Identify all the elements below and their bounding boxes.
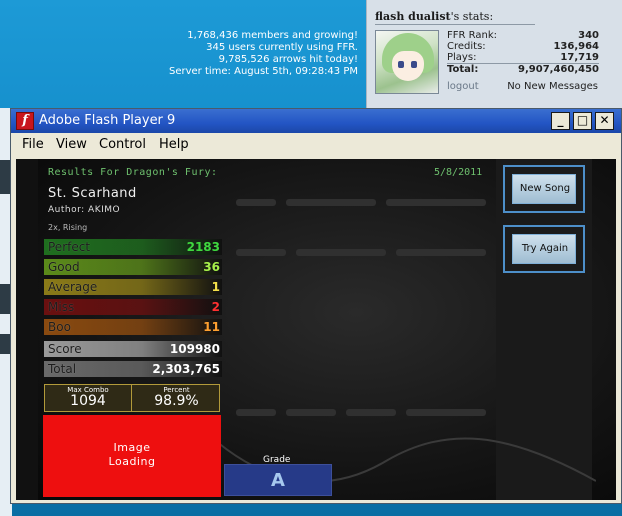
max-combo: Max Combo 1094 <box>45 385 132 411</box>
users-online: 345 users currently using FFR. <box>206 42 358 53</box>
decorative-stripe <box>236 249 286 256</box>
new-song-button[interactable]: New Song <box>503 165 585 213</box>
stats-row-plays: Plays: 17,719 <box>447 52 599 63</box>
judgement-label: Score <box>48 342 82 356</box>
try-again-label: Try Again <box>521 243 569 254</box>
menu-view[interactable]: View <box>56 137 87 152</box>
decorative-stripe <box>396 249 486 256</box>
decorative-stripe <box>346 409 396 416</box>
menu-help[interactable]: Help <box>159 137 189 152</box>
menu-control[interactable]: Control <box>99 137 146 152</box>
flash-stage: Results For Dragon's Fury: 5/8/2011 St. … <box>16 159 616 500</box>
stat-label: Plays: <box>447 52 477 63</box>
maximize-button[interactable]: □ <box>573 112 592 130</box>
avatar-eye <box>398 61 404 68</box>
avatar[interactable] <box>375 30 439 94</box>
messages-link[interactable]: No New Messages <box>507 81 598 92</box>
judgement-row-good: Good 36 <box>44 259 222 275</box>
decorative-stripe <box>296 249 386 256</box>
percent-value: 98.9% <box>154 393 199 409</box>
stat-label: FFR Rank: <box>447 30 497 41</box>
decorative-stripe <box>286 409 336 416</box>
new-song-button-face: New Song <box>512 174 576 204</box>
song-modifiers: 2x, Rising <box>48 223 88 232</box>
stat-value: 340 <box>578 30 599 41</box>
judgement-row-total: Total 2,303,765 <box>44 361 222 377</box>
window-title: Adobe Flash Player 9 <box>39 113 176 128</box>
judgement-label: Boo <box>48 320 71 334</box>
judgement-value: 2 <box>211 300 220 314</box>
judgement-value: 2183 <box>186 240 220 254</box>
max-combo-value: 1094 <box>70 393 106 409</box>
judgement-row-perfect: Perfect 2183 <box>44 239 222 255</box>
combo-percent-box: Max Combo 1094 Percent 98.9% <box>44 384 220 412</box>
judgement-label: Miss <box>48 300 75 314</box>
stat-value: 9,907,460,450 <box>518 64 599 75</box>
stage-left-margin <box>16 159 38 500</box>
site-stats: 1,768,436 members and growing! 345 users… <box>169 30 358 78</box>
image-loading-line: Loading <box>108 455 156 468</box>
grade-value: A <box>271 470 285 491</box>
judgement-row-score: Score 109980 <box>44 341 222 357</box>
avatar-face <box>392 51 424 81</box>
judgement-row-average: Average 1 <box>44 279 222 295</box>
judgement-label: Total <box>48 362 77 376</box>
server-time: Server time: August 5th, 09:28:43 PM <box>168 66 358 77</box>
username-link[interactable]: flash dualist <box>375 10 451 23</box>
flash-player-icon: f <box>16 112 34 130</box>
judgement-row-boo: Boo 11 <box>44 319 222 335</box>
decorative-stripe <box>386 199 486 206</box>
stats-row-credits: Credits: 136,964 <box>447 41 599 52</box>
stats-row-total: Total: 9,907,460,450 <box>447 63 599 75</box>
judgement-value: 109980 <box>169 342 220 356</box>
song-author: Author: AKIMO <box>48 205 121 215</box>
avatar-eye <box>411 61 417 68</box>
try-again-button[interactable]: Try Again <box>503 225 585 273</box>
members-count: 1,768,436 members and growing! <box>187 30 358 41</box>
window-titlebar[interactable]: f Adobe Flash Player 9 _ □ ✕ <box>11 109 621 133</box>
judgement-row-miss: Miss 2 <box>44 299 222 315</box>
flash-player-window: f Adobe Flash Player 9 _ □ ✕ File View C… <box>10 108 622 504</box>
judgement-label: Good <box>48 260 80 274</box>
user-stats-panel: flash dualist's stats: FFR Rank: 340 Cre… <box>366 0 622 108</box>
decorative-stripe <box>236 409 276 416</box>
results-header: Results For Dragon's Fury: <box>48 167 218 178</box>
image-loading-placeholder: Image Loading <box>43 415 221 497</box>
stat-value: 136,964 <box>553 41 599 52</box>
divider <box>375 24 535 25</box>
stats-suffix: 's stats: <box>450 10 494 23</box>
close-button[interactable]: ✕ <box>595 112 614 130</box>
decorative-stripe <box>406 409 486 416</box>
stat-label: Total: <box>447 64 479 75</box>
judgement-value: 11 <box>203 320 220 334</box>
arrows-hit: 9,785,526 arrows hit today! <box>218 54 358 65</box>
judgement-label: Average <box>48 280 98 294</box>
user-panel-title: flash dualist's stats: <box>375 10 493 23</box>
decorative-stripe <box>236 199 276 206</box>
image-loading-line: Image <box>113 441 151 454</box>
results-date: 5/8/2011 <box>434 167 483 178</box>
new-song-label: New Song <box>519 183 571 194</box>
judgement-value: 2,303,765 <box>152 362 220 376</box>
logout-link[interactable]: logout <box>447 81 479 92</box>
stats-table: FFR Rank: 340 Credits: 136,964 Plays: 17… <box>447 30 599 75</box>
grade-box: A <box>224 464 332 496</box>
menu-file[interactable]: File <box>22 137 44 152</box>
song-title: St. Scarhand <box>48 186 137 201</box>
stats-row-rank: FFR Rank: 340 <box>447 30 599 41</box>
judgement-label: Perfect <box>48 240 91 254</box>
stat-label: Credits: <box>447 41 486 52</box>
decorative-stripe <box>286 199 376 206</box>
judgement-value: 36 <box>203 260 220 274</box>
minimize-button[interactable]: _ <box>551 112 570 130</box>
percent: Percent 98.9% <box>133 385 220 411</box>
judgement-value: 1 <box>211 280 220 294</box>
try-again-button-face: Try Again <box>512 234 576 264</box>
menu-bar: File View Control Help <box>11 133 621 155</box>
stat-value: 17,719 <box>560 52 599 63</box>
